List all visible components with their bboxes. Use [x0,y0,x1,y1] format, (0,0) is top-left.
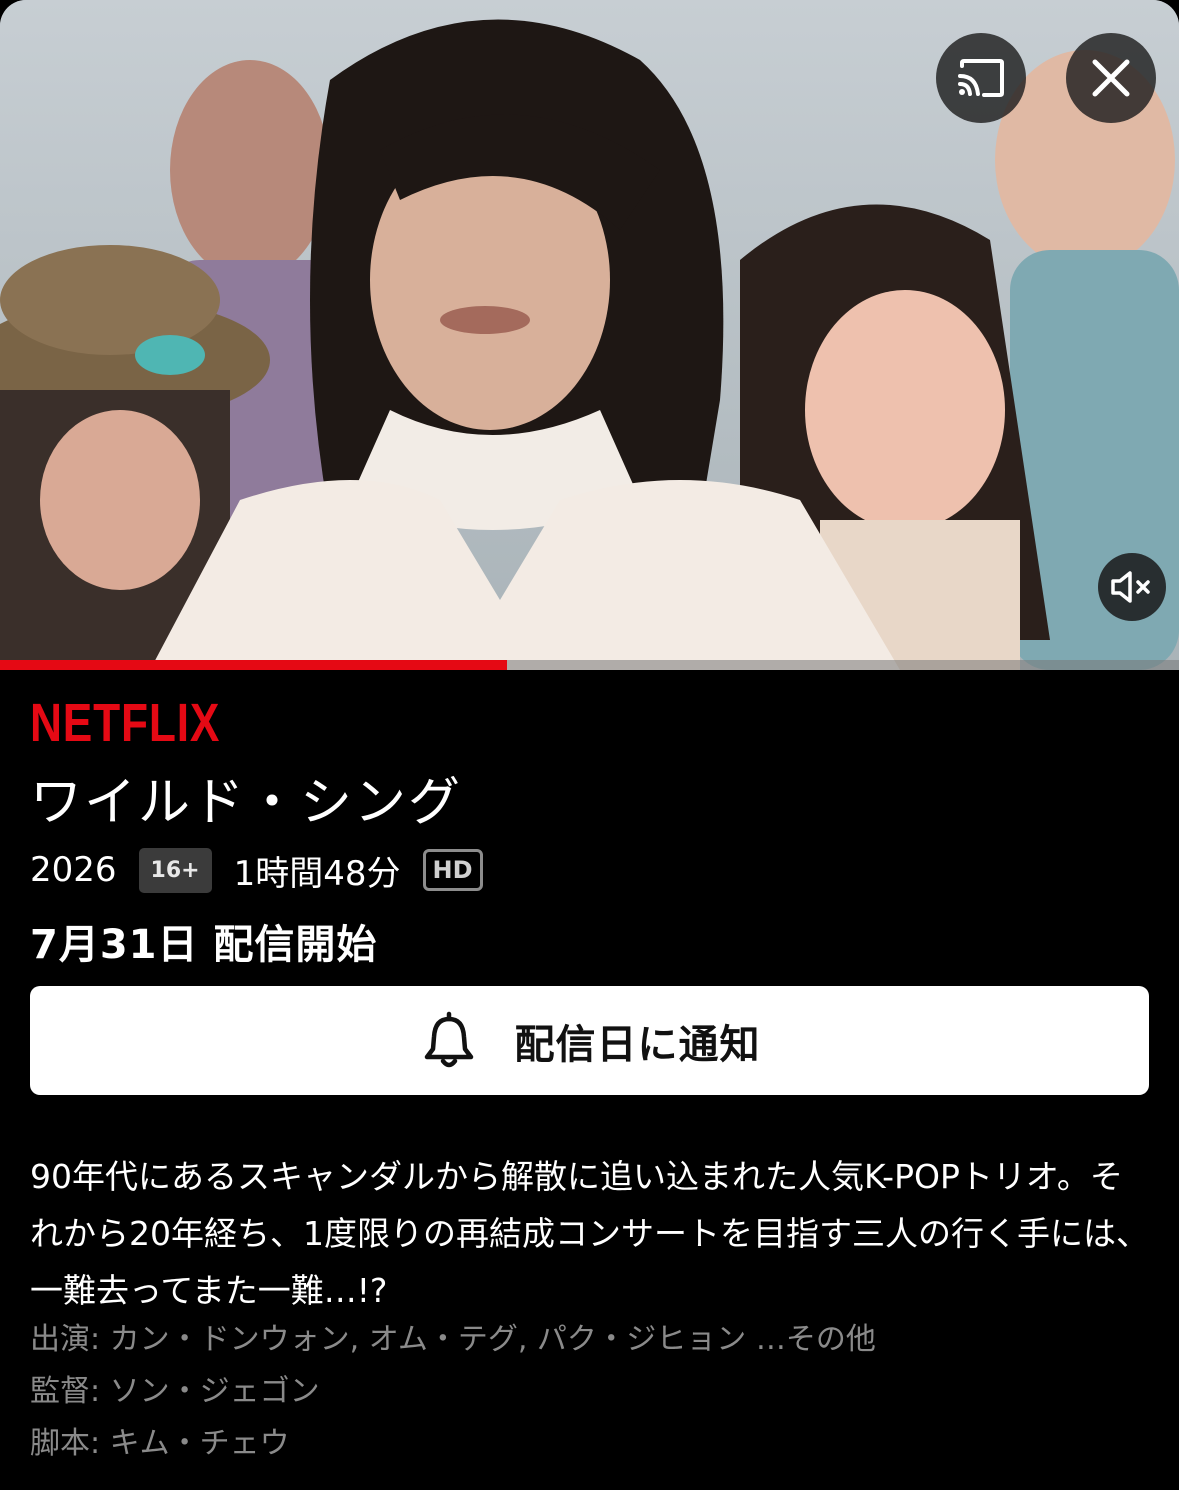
playback-progress-bar[interactable] [0,660,1179,670]
credits: 出演: カン・ドンウォン, オム・テグ, パク・ジヒョン …その他 監督: ソン… [30,1314,1155,1470]
netflix-logo: NETFLIX [30,693,221,753]
volume-muted-icon [1111,571,1150,603]
writer-credits[interactable]: 脚本: キム・チェウ [30,1418,1155,1470]
mute-button[interactable] [1098,553,1166,621]
release-date: 7月31日 配信開始 [30,922,378,968]
cast-icon [958,59,1004,97]
bell-icon [419,1011,479,1071]
video-preview[interactable] [0,0,1179,670]
title-metadata: 2026 16+ 1時間48分 HD [30,845,483,895]
cast-button[interactable] [936,33,1026,123]
synopsis: 90年代にあるスキャンダルから解散に追い込まれた人気K-POPトリオ。それから2… [30,1157,1149,1310]
notify-button-label: 配信日に通知 [514,1021,761,1068]
age-rating-badge: 16+ [138,847,212,893]
runtime: 1時間48分 [233,853,401,894]
hd-badge: HD [422,849,483,891]
release-year: 2026 [30,850,117,890]
close-button[interactable] [1066,33,1156,123]
director-credits[interactable]: 監督: ソン・ジェゴン [30,1366,1155,1418]
title-detail-screen: NETFLIX ワイルド・シング 2026 16+ 1時間48分 HD 7月31… [0,0,1179,1490]
page-title: ワイルド・シング [30,773,463,833]
playback-progress-fill [0,660,507,670]
close-icon [1092,59,1130,97]
cast-credits[interactable]: 出演: カン・ドンウォン, オム・テグ, パク・ジヒョン …その他 [30,1314,1155,1366]
notify-on-release-button[interactable]: 配信日に通知 [30,986,1149,1095]
